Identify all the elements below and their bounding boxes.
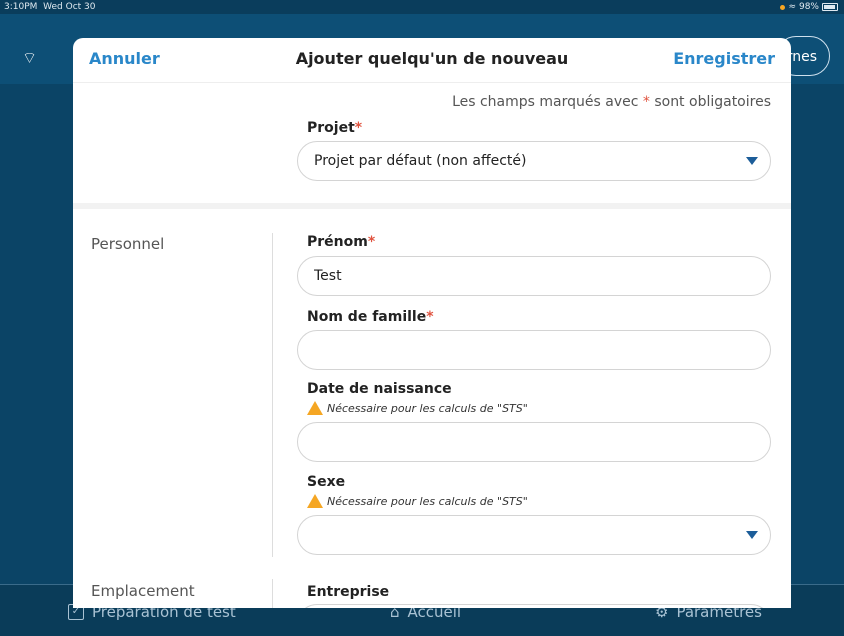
sex-label: Sexe [307, 474, 346, 490]
battery-icon [822, 3, 838, 11]
wifi-status-icon: ≈ [788, 2, 796, 12]
section-divider [73, 203, 791, 209]
chevron-down-icon [746, 157, 758, 165]
warning-icon [307, 494, 323, 508]
sex-hint: Nécessaire pour les calculs de "STS" [307, 494, 528, 508]
first-name-input[interactable] [297, 256, 771, 296]
warning-icon [307, 401, 323, 415]
section-personnel-label: Personnel [91, 235, 165, 253]
project-select-value: Projet par défaut (non affecté) [314, 153, 527, 169]
modal-header: Annuler Ajouter quelqu'un de nouveau Enr… [73, 38, 791, 83]
section-divider-line [272, 579, 273, 608]
required-fields-note: Les champs marqués avec * sont obligatoi… [452, 94, 771, 110]
birth-date-hint: Nécessaire pour les calculs de "STS" [307, 401, 528, 415]
chevron-down-icon [746, 531, 758, 539]
sex-select[interactable] [297, 515, 771, 555]
project-label: Projet* [307, 120, 363, 136]
company-label: Entreprise [307, 584, 390, 600]
company-input[interactable] [297, 604, 771, 608]
project-select[interactable]: Projet par défaut (non affecté) [297, 141, 771, 181]
battery-percent: 98% [798, 2, 819, 12]
status-bar: 3:10PM Wed Oct 30 ≈ 98% [0, 0, 844, 14]
add-person-modal: Annuler Ajouter quelqu'un de nouveau Enr… [73, 38, 791, 608]
section-location-label: Emplacement [91, 582, 195, 600]
first-name-label: Prénom* [307, 234, 376, 250]
section-divider-line [272, 233, 273, 557]
last-name-label: Nom de famille* [307, 309, 434, 325]
orange-dot-icon [780, 4, 786, 10]
wifi-icon[interactable]: ⌔ [22, 48, 37, 68]
status-time: 3:10PM Wed Oct 30 [4, 2, 96, 12]
save-button[interactable]: Enregistrer [673, 49, 775, 68]
birth-date-input[interactable] [297, 422, 771, 462]
birth-date-label: Date de naissance [307, 381, 452, 397]
last-name-input[interactable] [297, 330, 771, 370]
status-right: ≈ 98% [780, 0, 838, 14]
